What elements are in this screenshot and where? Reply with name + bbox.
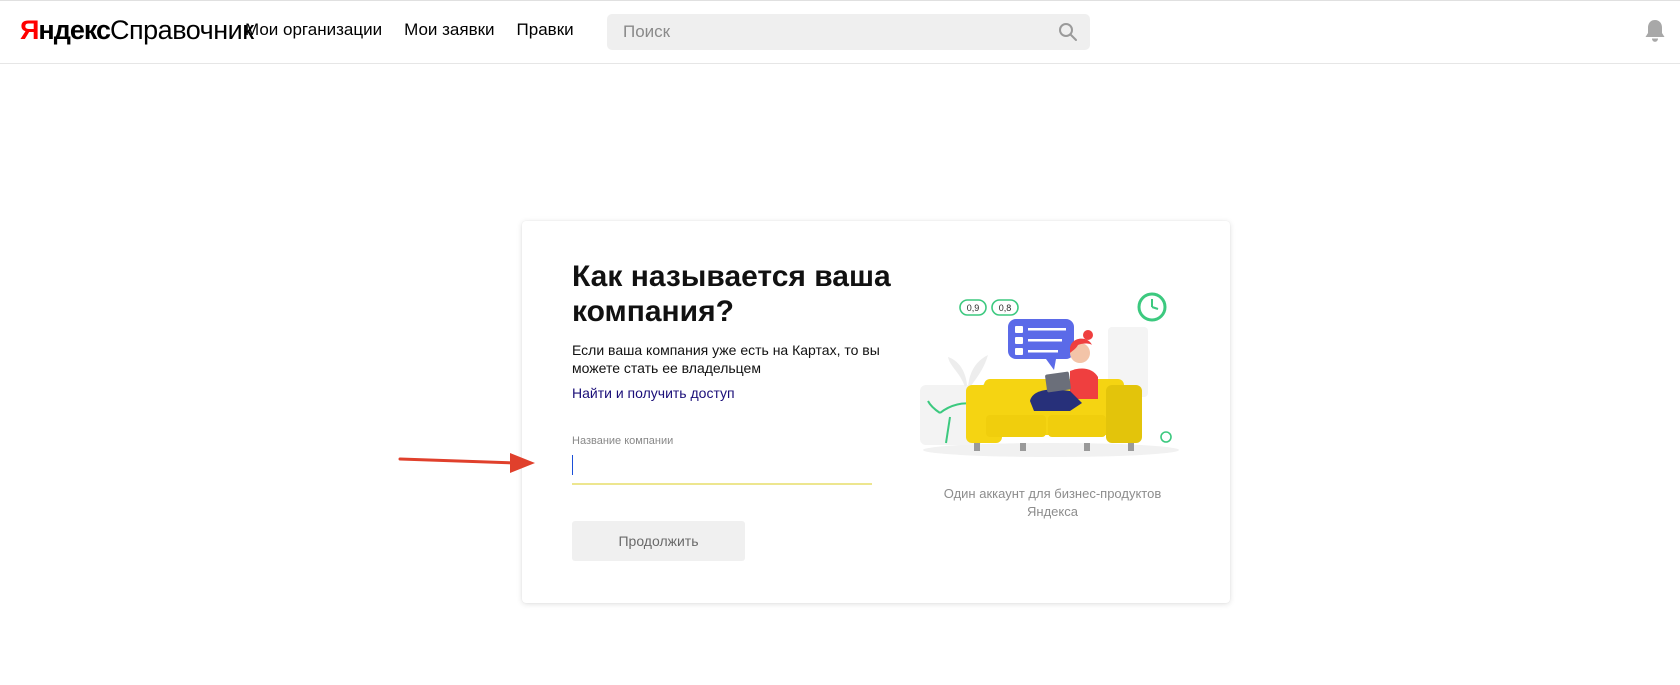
top-divider [0, 0, 1680, 1]
search-input[interactable] [607, 14, 1047, 50]
nav-my-organizations[interactable]: Мои организации [245, 20, 382, 40]
text-caret [572, 455, 573, 475]
company-name-card: Как называется ваша компания? Если ваша … [522, 221, 1230, 603]
logo-brand-rest: ндекс [38, 15, 111, 45]
sofa-illustration: 0,9 0,8 [920, 292, 1179, 457]
main-nav: Мои организации Мои заявки Правки [245, 20, 574, 40]
rating-badge-1: 0,9 [959, 299, 987, 316]
logo-brand: Яндекс [20, 15, 111, 46]
continue-button[interactable]: Продолжить [572, 521, 745, 561]
illustration-caption: Один аккаунт для бизнес-продуктов Яндекс… [943, 486, 1162, 519]
nav-edits[interactable]: Правки [517, 20, 574, 40]
annotation-arrow-icon [398, 453, 535, 473]
card-description: Если ваша компания уже есть на Картах, т… [572, 342, 880, 376]
nav-my-requests[interactable]: Мои заявки [404, 20, 494, 40]
find-and-get-access-link[interactable]: Найти и получить доступ [572, 385, 735, 401]
clock-icon [1137, 292, 1167, 322]
search-box [607, 14, 1090, 50]
checklist-bubble-icon [1008, 319, 1074, 370]
top-header: Яндекс Справочник Мои организации Мои зая… [0, 0, 1680, 64]
rating-badge-2-text: 0,8 [999, 303, 1012, 313]
company-name-input[interactable] [572, 453, 872, 485]
rating-badge-2: 0,8 [991, 299, 1019, 316]
search-icon[interactable] [1058, 22, 1078, 42]
card-title: Как называется ваша компания? [572, 260, 891, 328]
rating-badge-1-text: 0,9 [967, 303, 980, 313]
bell-icon[interactable] [1643, 18, 1667, 44]
logo-brand-first: Я [20, 15, 39, 45]
logo-product: Справочник [110, 15, 254, 45]
company-name-label: Название компании [572, 435, 674, 447]
yandex-spravochnik-logo[interactable]: Яндекс Справочник [20, 15, 254, 49]
